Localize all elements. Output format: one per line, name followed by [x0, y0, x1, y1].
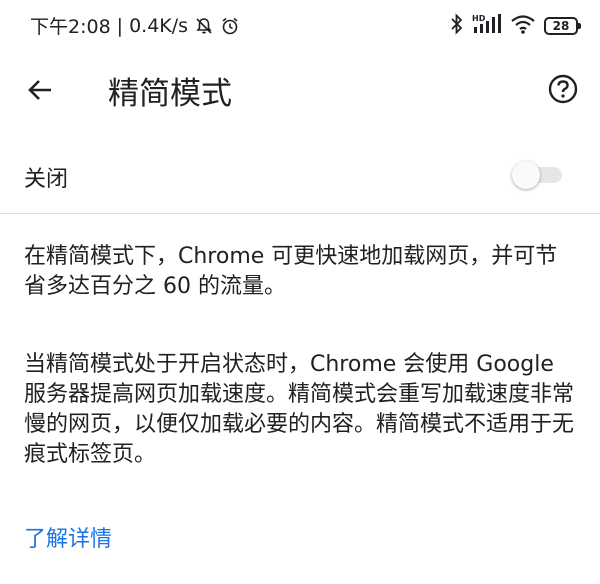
wifi-icon	[510, 13, 536, 39]
description-paragraph-2: 当精简模式处于开启状态时，Chrome 会使用 Google 服务器提高网页加载…	[24, 352, 575, 467]
alarm-icon	[220, 16, 240, 36]
bluetooth-icon	[450, 13, 464, 39]
bell-off-icon	[194, 16, 214, 36]
learn-more-link[interactable]: 了解详情	[24, 521, 112, 553]
description-paragraph-1: 在精简模式下，Chrome 可更快速地加载网页，并可节省多达百分之 60 的流量…	[24, 244, 558, 299]
battery-indicator: 28	[544, 17, 581, 35]
back-button[interactable]	[22, 72, 58, 108]
divider	[0, 213, 600, 214]
hd-signal-icon: HD	[472, 13, 502, 39]
status-time: 下午2:08	[30, 16, 111, 38]
network-speed: 0.4K/s	[129, 14, 189, 37]
status-separator: |	[116, 14, 124, 37]
status-bar: 下午2:08 | 0.4K/s HD 28	[0, 0, 600, 52]
toggle-label: 关闭	[24, 167, 69, 192]
help-button[interactable]	[544, 70, 582, 108]
arrow-back-icon	[28, 80, 51, 100]
help-circle-icon	[548, 74, 578, 104]
app-bar: 精简模式	[0, 52, 600, 126]
status-bar-left: 下午2:08 | 0.4K/s	[30, 12, 240, 39]
hd-label: HD	[472, 14, 486, 23]
lite-mode-switch[interactable]	[512, 161, 562, 189]
page-title: 精简模式	[108, 76, 232, 112]
switch-thumb	[512, 161, 540, 189]
lite-mode-toggle-row[interactable]: 关闭	[0, 140, 600, 212]
status-bar-right: HD 28	[450, 12, 581, 40]
